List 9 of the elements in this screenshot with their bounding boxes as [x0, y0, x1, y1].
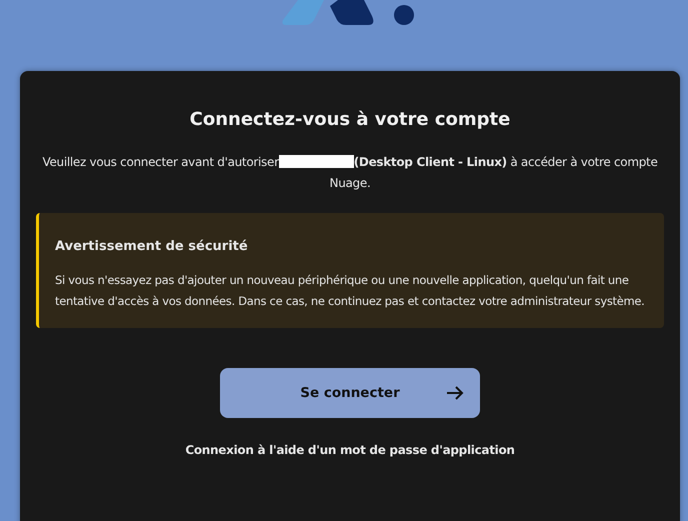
app-password-link[interactable]: Connexion à l'aide d'un mot de passe d'application	[185, 443, 515, 457]
login-button[interactable]: Se connecter	[220, 368, 480, 418]
intro-text: Veuillez vous connecter avant d'autoriser	[42, 155, 279, 169]
card-title: Connectez-vous à votre compte	[190, 109, 510, 130]
intro-text: (Desktop Client - Linux) à accéder à votre compte Nuage.	[330, 155, 658, 190]
logo-icon	[280, 0, 416, 26]
arrow-icon	[446, 385, 464, 401]
warning-title: Avertissement de sécurité	[55, 239, 249, 254]
warning-text: Si vous n'essayez pas d'ajouter un nouveau périphérique ou une nouvelle application, quelqu'un fait une tentative d'accès à vos données. Dans ce cas, ne continuez pas et contactez votre administrateur système.	[55, 272, 646, 310]
